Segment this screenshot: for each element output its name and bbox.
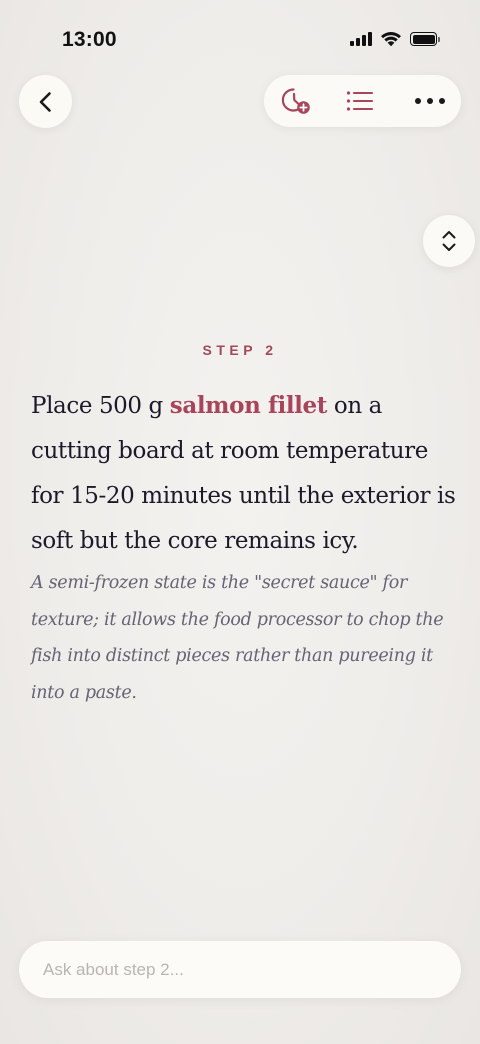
status-icons — [350, 30, 440, 48]
back-button[interactable] — [19, 75, 72, 128]
step-instruction: Place 500 g salmon fillet on a cutting b… — [31, 383, 461, 564]
ask-bar[interactable] — [19, 941, 461, 998]
chevron-left-icon — [39, 91, 51, 112]
timer-add-icon — [281, 88, 310, 114]
chevron-up-down-icon — [442, 231, 456, 251]
more-icon — [415, 98, 445, 104]
step-label: STEP 2 — [202, 342, 278, 358]
status-bar: 13:00 — [0, 0, 480, 80]
instruction-text: Place 500 g — [31, 393, 170, 419]
wifi-icon — [381, 32, 401, 47]
battery-icon — [410, 32, 440, 46]
ingredients-list-button[interactable] — [334, 75, 386, 127]
step-note: A semi-frozen state is the "secret sauce… — [31, 573, 444, 703]
ask-input[interactable] — [43, 959, 461, 980]
status-time: 13:00 — [62, 28, 117, 51]
toolbar — [264, 75, 461, 127]
ingredient-link[interactable]: salmon fillet — [170, 392, 328, 419]
more-options-button[interactable] — [404, 75, 456, 127]
step-navigation-button[interactable] — [423, 215, 475, 267]
signal-icon — [350, 32, 372, 46]
list-icon — [346, 91, 373, 111]
add-timer-button[interactable] — [270, 75, 322, 127]
